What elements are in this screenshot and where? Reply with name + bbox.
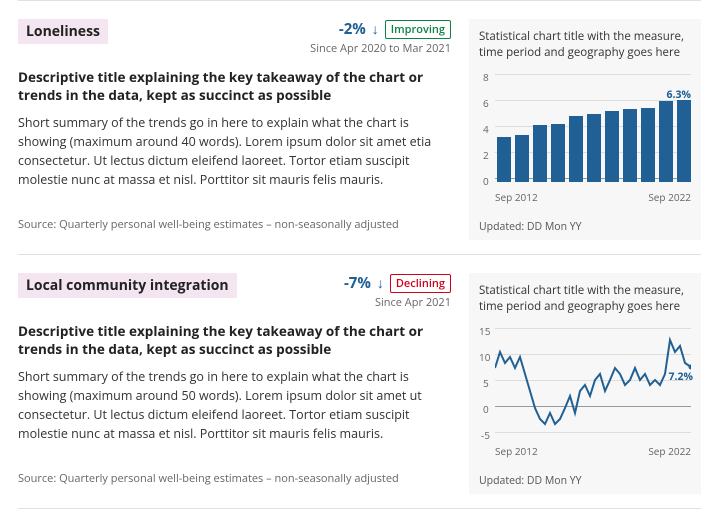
chart-title: Statistical chart title with the measure… — [479, 283, 691, 314]
y-tick: 8 — [483, 70, 489, 84]
indicator-panel: Loneliness -2% ↓ Improving Since Apr 202… — [18, 0, 701, 254]
panel-header: Loneliness -2% ↓ Improving Since Apr 202… — [18, 19, 451, 56]
y-tick: 5 — [483, 376, 489, 390]
chart-card: Statistical chart title with the measure… — [469, 19, 701, 240]
chart-title: Statistical chart title with the measure… — [479, 29, 691, 60]
source-text: Source: Quarterly personal well-being es… — [18, 217, 451, 232]
divider — [18, 508, 701, 520]
pct-change: -7% — [344, 273, 371, 293]
source-text: Source: Quarterly personal well-being es… — [18, 471, 451, 486]
indicator-panel: Local community integration -7% ↓ Declin… — [18, 254, 701, 508]
y-tick: 0 — [483, 174, 489, 188]
arrow-down-icon: ↓ — [372, 20, 379, 39]
panel-left: Loneliness -2% ↓ Improving Since Apr 202… — [18, 19, 451, 240]
y-tick: 2 — [483, 148, 489, 162]
y-tick: 0 — [483, 402, 489, 416]
since-text: Since Apr 2020 to Mar 2021 — [310, 41, 451, 56]
arrow-down-icon: ↓ — [377, 274, 384, 293]
x-axis-labels: Sep 2012 Sep 2022 — [495, 190, 691, 204]
metric-block: -7% ↓ Declining Since Apr 2021 — [344, 273, 451, 310]
line-path — [495, 324, 691, 436]
line-chart: 15 10 5 0 -5 7.2% — [479, 324, 691, 454]
y-tick: 15 — [479, 324, 490, 338]
since-text: Since Apr 2021 — [344, 295, 451, 310]
x-tick: Sep 2022 — [648, 190, 691, 204]
topic-tag: Loneliness — [18, 19, 108, 44]
trend-badge: Declining — [390, 274, 451, 293]
chart-card: Statistical chart title with the measure… — [469, 273, 701, 494]
x-tick: Sep 2022 — [648, 444, 691, 458]
trend-badge: Improving — [385, 20, 451, 39]
topic-tag: Local community integration — [18, 273, 237, 298]
callout-value: 7.2% — [669, 370, 693, 384]
y-tick: 6 — [483, 96, 489, 110]
y-tick: 4 — [483, 122, 489, 136]
callout-value: 6.3% — [667, 88, 691, 102]
summary-text: Short summary of the trends go in here t… — [18, 114, 451, 189]
descriptive-title: Descriptive title explaining the key tak… — [18, 68, 451, 104]
summary-text: Short summary of the trends go in here t… — [18, 368, 451, 443]
x-tick: Sep 2012 — [495, 190, 538, 204]
y-tick: 10 — [479, 350, 490, 364]
descriptive-title: Descriptive title explaining the key tak… — [18, 322, 451, 358]
bar-chart: 8 6 4 2 0 6.3% — [479, 70, 691, 200]
panel-left: Local community integration -7% ↓ Declin… — [18, 273, 451, 494]
updated-text: Updated: DD Mon YY — [479, 220, 691, 234]
y-tick: -5 — [481, 428, 490, 442]
panel-header: Local community integration -7% ↓ Declin… — [18, 273, 451, 310]
x-axis-labels: Sep 2012 Sep 2022 — [495, 444, 691, 458]
updated-text: Updated: DD Mon YY — [479, 474, 691, 488]
x-tick: Sep 2012 — [495, 444, 538, 458]
metric-block: -2% ↓ Improving Since Apr 2020 to Mar 20… — [310, 19, 451, 56]
pct-change: -2% — [339, 19, 366, 39]
